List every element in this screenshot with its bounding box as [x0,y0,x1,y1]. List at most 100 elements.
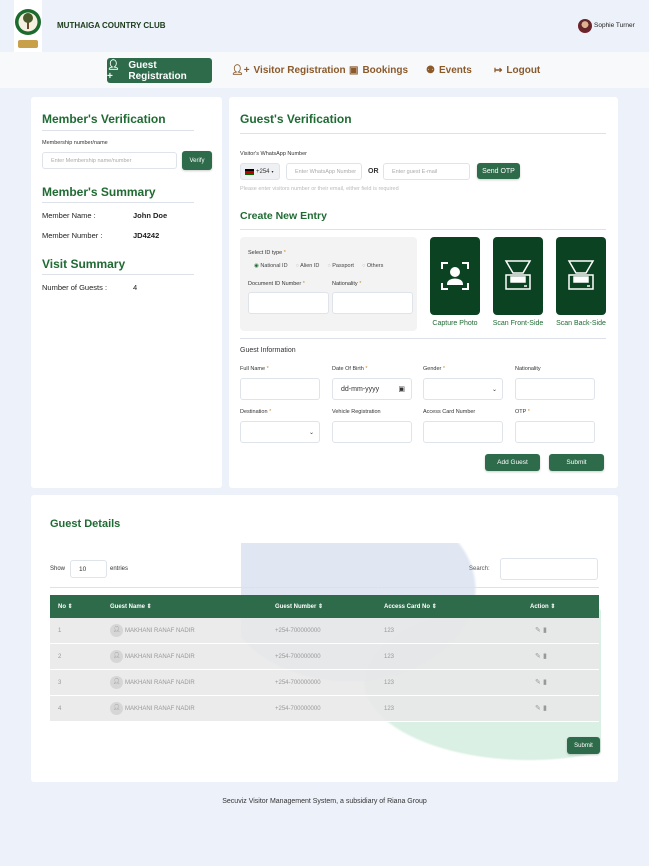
country-code-select[interactable]: +254 ▾ [240,163,280,180]
guest-number: +254-700000000 [275,680,321,686]
col-guest-number[interactable]: Guest Number ⇕ [275,603,323,610]
divider [240,229,606,230]
otp-label: OTP * [515,409,530,415]
club-name: MUTHAIGA COUNTRY CLUB [57,21,166,30]
visit-summary-title: Visit Summary [42,257,126,271]
dob-input[interactable]: dd-mm-yyyy ▣ [332,378,412,400]
member-number-value: JD4242 [133,231,160,240]
guest-number: +254-700000000 [275,706,321,712]
access-card-label: Access Card Number [423,409,476,415]
divider [240,133,606,134]
nav-guest-registration[interactable]: 👤︎+ Guest Registration [107,58,212,83]
nationality-input[interactable] [515,378,595,400]
edit-icon[interactable]: ✎ [535,678,541,686]
radio-passport[interactable]: ○ Passport [327,263,354,269]
doc-id-label: Document ID Number * [248,281,305,287]
vehicle-input[interactable] [332,421,412,443]
gender-select[interactable]: ⌄ [423,378,503,400]
radio-others[interactable]: ○ Others [362,263,383,269]
guest-name: MAKHANI RANAF NADIR [125,628,195,634]
user-name[interactable]: Sophie Turner [594,22,635,29]
verify-button[interactable]: Verify [182,151,212,170]
trash-icon[interactable]: ▮ [543,626,547,634]
radio-national-id[interactable]: ◉ National ID [254,263,288,269]
trash-icon[interactable]: ▮ [543,652,547,660]
id-nationality-label: Nationality * [332,281,362,287]
send-otp-button[interactable]: Send OTP [477,163,520,179]
scanner-icon [504,260,532,290]
row-no: 3 [58,680,62,686]
guest-name: MAKHANI RANAF NADIR [125,706,195,712]
email-input[interactable]: Enter guest E-mail [383,163,470,180]
id-nationality-input[interactable] [332,292,413,314]
id-type-label: Select ID type * [248,250,286,256]
table-submit-button[interactable]: Submit [567,737,600,754]
user-avatar[interactable] [578,19,592,33]
destination-select[interactable]: ⌄ [240,421,320,443]
access-card-input[interactable] [423,421,503,443]
whatsapp-label: Visitor's WhatsApp Number [240,151,307,157]
radio-alien-id[interactable]: ○ Alien ID [296,263,320,269]
col-no[interactable]: No ⇕ [58,603,73,610]
row-no: 1 [58,628,62,634]
membership-label: Membership number/name [42,140,108,146]
edit-icon[interactable]: ✎ [535,626,541,634]
otp-input[interactable] [515,421,595,443]
nav-bookings[interactable]: ▣ Bookings [349,58,408,83]
sign-out-icon: ↦ [494,65,503,76]
member-summary-title: Member's Summary [42,185,156,199]
table-row: 2 👤︎ MAKHANI RANAF NADIR +254-700000000 … [50,644,599,670]
calendar-icon[interactable]: ▣ [398,385,405,393]
table-row: 4 👤︎ MAKHANI RANAF NADIR +254-700000000 … [50,696,599,722]
destination-label: Destination * [240,409,272,415]
nav-logout[interactable]: ↦ Logout [494,58,540,83]
nav-visitor-registration[interactable]: 👤︎+ Visitor Registration [231,58,346,83]
vehicle-label: Vehicle Registration [332,409,381,415]
divider [42,202,194,203]
divider [42,274,194,275]
whatsapp-input[interactable]: Enter WhatsApp Number [286,163,362,180]
trash-icon[interactable]: ▮ [543,678,547,686]
trash-icon[interactable]: ▮ [543,704,547,712]
col-action[interactable]: Action ⇕ [530,603,555,610]
access-card-no: 123 [384,654,395,660]
doc-id-input[interactable] [248,292,329,314]
user-plus-icon: 👤︎+ [231,65,250,76]
guests-count-value: 4 [133,283,138,292]
submit-guest-button[interactable]: Submit [549,454,604,471]
col-guest-name[interactable]: Guest Name ⇕ [110,603,152,610]
gender-label: Gender * [423,366,446,372]
member-verification-title: Member's Verification [42,112,166,126]
access-card-no: 123 [384,628,395,634]
col-access-card[interactable]: Access Card No ⇕ [384,603,437,610]
search-input[interactable] [500,558,598,580]
camera-face-icon [441,262,469,290]
guest-info-title: Guest Information [240,347,296,354]
entries-select[interactable]: 10 [70,560,107,578]
kenya-flag-icon [245,168,254,175]
divider [42,130,194,131]
guest-verification-title: Guest's Verification [240,112,352,126]
scan-front-button[interactable] [493,237,543,315]
capture-photo-label: Capture Photo [432,320,478,327]
chevron-down-icon: ⌄ [308,429,314,436]
full-name-input[interactable] [240,378,320,400]
address-book-icon: ▣ [349,65,359,76]
guest-avatar-icon: 👤︎ [110,676,123,689]
or-label: OR [368,168,379,175]
edit-icon[interactable]: ✎ [535,704,541,712]
id-type-radios: ◉ National ID ○ Alien ID ○ Passport ○ Ot… [254,263,383,269]
scan-front-label: Scan Front-Side [492,320,544,327]
guest-name: MAKHANI RANAF NADIR [125,654,195,660]
capture-photo-button[interactable] [430,237,480,315]
membership-input[interactable]: Enter Membership name/number [42,152,177,169]
guest-avatar-icon: 👤︎ [110,624,123,637]
divider [240,338,606,339]
nav-events[interactable]: ⚉ Events [426,58,472,83]
scan-back-button[interactable] [556,237,606,315]
search-label: Search: [469,566,490,572]
add-guest-button[interactable]: Add Guest [485,454,540,471]
edit-icon[interactable]: ✎ [535,652,541,660]
member-number-label: Member Number : [42,231,103,240]
guests-count-label: Number of Guests : [42,283,108,292]
